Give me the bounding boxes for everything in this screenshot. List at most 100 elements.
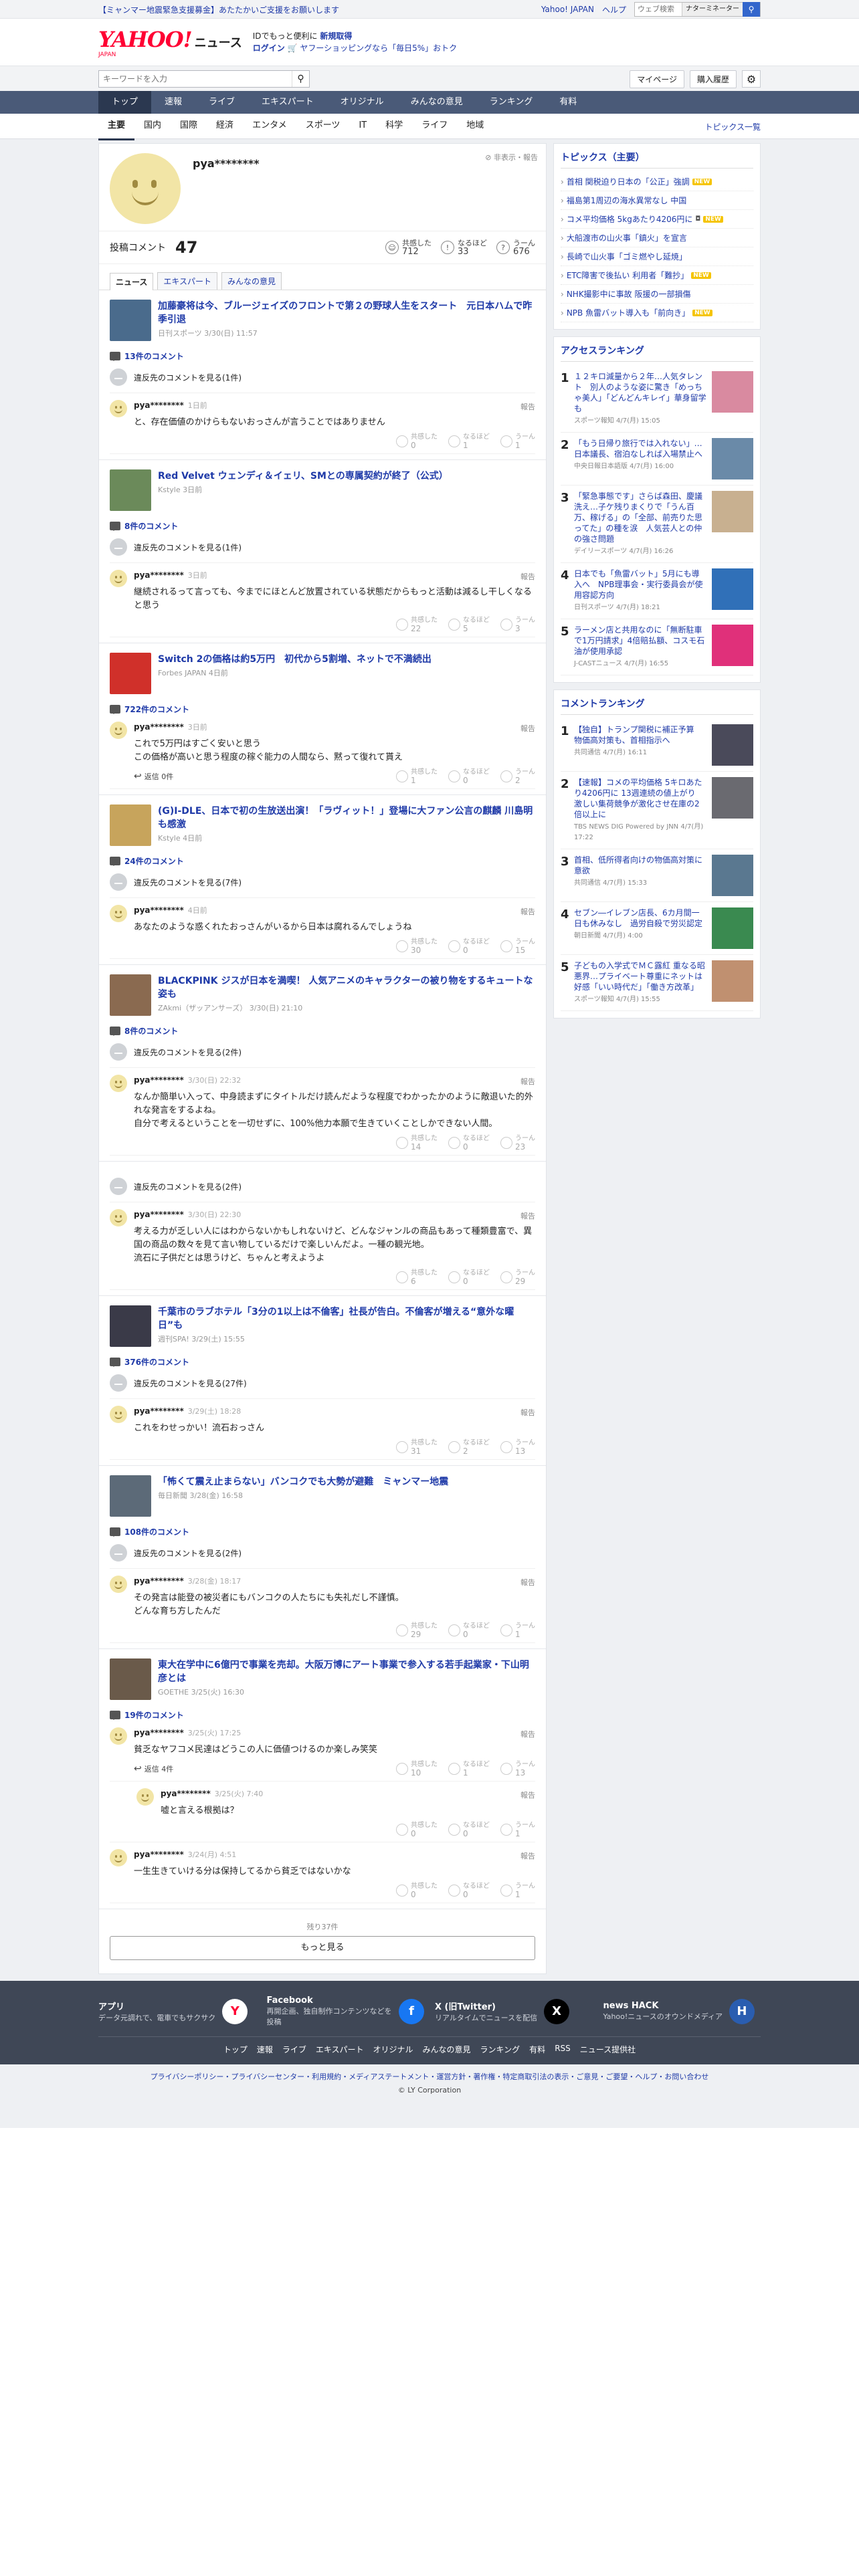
ranking-item[interactable]: 2 「もう日帰り旅行では入れない」…日本議長、宿泊なしれば入場禁止へ 中央日報日本語… bbox=[561, 433, 753, 486]
topic-link[interactable]: コメ平均価格 5kgあたり4206円に◘NEW bbox=[561, 210, 753, 229]
reaction-button[interactable]: なるほど 0 bbox=[448, 1822, 490, 1838]
ranking-item[interactable]: 3 首相、低所得者向けの物価高対策に意欲 共同通信 4/7(月) 15:33 bbox=[561, 849, 753, 902]
report-link[interactable]: 報告 bbox=[520, 1210, 535, 1221]
ranking-item[interactable]: 2 【速報】コメの平均価格 5キロあたり4206円に 13週連続の値上がり 激しい… bbox=[561, 772, 753, 849]
topic-link[interactable]: 長崎で山火事「ゴミ燃やし延焼」 bbox=[561, 247, 753, 266]
reaction-button[interactable]: うーん 13 bbox=[500, 1761, 535, 1777]
article-thumbnail[interactable] bbox=[110, 1658, 151, 1700]
article-title-link[interactable]: Red Velvet ウェンディ＆イェリ、SMとの専属契約が終了（公式） bbox=[158, 471, 448, 481]
footer-nav-link[interactable]: エキスパート bbox=[316, 2044, 364, 2055]
category-item[interactable]: ライフ bbox=[412, 113, 457, 140]
reaction-button[interactable]: 共感した 6 bbox=[396, 1269, 438, 1285]
report-link[interactable]: 報告 bbox=[520, 723, 535, 734]
comment-count-link[interactable]: 19件のコメント bbox=[110, 1709, 535, 1721]
reaction-button[interactable]: なるほど 0 bbox=[448, 1269, 490, 1285]
nav-item[interactable]: オリジナル bbox=[327, 91, 397, 114]
nav-item[interactable]: ライブ bbox=[195, 91, 248, 114]
footer-nav-link[interactable]: ニュース提供社 bbox=[580, 2044, 636, 2055]
footer-nav-link[interactable]: ランキング bbox=[480, 2044, 520, 2055]
topic-link[interactable]: 福島第1周辺の海水異常なし 中国 bbox=[561, 191, 753, 210]
reaction-button[interactable]: 共感した 14 bbox=[396, 1135, 438, 1151]
reaction-button[interactable]: うーん 29 bbox=[500, 1269, 535, 1285]
reaction-button[interactable]: なるほど 1 bbox=[448, 1761, 490, 1777]
article-thumbnail[interactable] bbox=[110, 653, 151, 694]
web-search-input[interactable] bbox=[635, 3, 682, 16]
article-thumbnail[interactable] bbox=[110, 804, 151, 846]
footer-nav-link[interactable]: ライブ bbox=[282, 2044, 306, 2055]
reaction-button[interactable]: なるほど 5 bbox=[448, 617, 490, 633]
article-thumbnail[interactable] bbox=[110, 974, 151, 1016]
topic-link[interactable]: ETC障害で後払い 利用者「難抄」NEW bbox=[561, 266, 753, 285]
search-scope-button[interactable]: ナターミネーター bbox=[682, 3, 743, 16]
category-item[interactable]: 経済 bbox=[207, 113, 243, 140]
reaction-button[interactable]: なるほど 0 bbox=[448, 1135, 490, 1151]
purchase-history-button[interactable]: 購入履歴 bbox=[689, 70, 737, 88]
reaction-button[interactable]: なるほど 0 bbox=[448, 1883, 490, 1899]
topic-link[interactable]: NPB 魚雷バット導入も「前向き」NEW bbox=[561, 304, 753, 322]
topics-list-link[interactable]: トピックス一覧 bbox=[704, 121, 761, 132]
comment-count-link[interactable]: 376件のコメント bbox=[110, 1356, 535, 1368]
yahoo-news-logo[interactable]: YAHOO! JAPAN ニュース bbox=[98, 27, 242, 58]
signup-link[interactable]: 新規取得 bbox=[320, 31, 352, 41]
article-thumbnail[interactable] bbox=[110, 1305, 151, 1347]
comment-user[interactable]: pya******** 3/25(火) 17:25 bbox=[134, 1727, 535, 1738]
report-link[interactable]: 報告 bbox=[520, 401, 535, 412]
reaction-button[interactable]: なるほど 0 bbox=[448, 938, 490, 954]
article-title-link[interactable]: BLACKPINK ジスが日本を満喫！ 人気アニメのキャラクターの被り物をするキ… bbox=[158, 976, 533, 1000]
comment-count-link[interactable]: 8件のコメント bbox=[110, 520, 535, 532]
reaction-button[interactable]: うーん 1 bbox=[500, 1883, 535, 1899]
news-search-input[interactable] bbox=[99, 71, 292, 87]
reaction-button[interactable]: 共感した 0 bbox=[396, 433, 438, 449]
reaction-button[interactable]: うーん 1 bbox=[500, 1822, 535, 1838]
reaction-button[interactable]: うーん 13 bbox=[500, 1439, 535, 1455]
search-icon[interactable]: ⚲ bbox=[743, 2, 760, 17]
ranking-item[interactable]: 4 セブン―イレブン店長、6カ月間一日も休みなし 過労自殺で労災認定 朝日新聞 4/… bbox=[561, 902, 753, 955]
comment-user[interactable]: pya******** 3/29(土) 18:28 bbox=[134, 1406, 535, 1416]
comment-user[interactable]: pya******** 3/24(月) 4:51 bbox=[134, 1849, 535, 1860]
comment-count-link[interactable]: 13件のコメント bbox=[110, 350, 535, 362]
ranking-item[interactable]: 5 ラーメン店と共用なのに「無断駐車で1万円請求」4倍賠払額、コスモ石油が使用承認… bbox=[561, 619, 753, 675]
load-more-button[interactable]: もっと見る bbox=[110, 1936, 535, 1960]
gear-icon[interactable]: ⚙ bbox=[742, 70, 761, 88]
nav-item[interactable]: 有料 bbox=[546, 91, 590, 114]
hidden-comments-row[interactable]: 違反先のコメントを見る(27件) bbox=[110, 1368, 535, 1399]
hidden-comments-row[interactable]: 違反先のコメントを見る(2件) bbox=[110, 1171, 535, 1202]
article-title-link[interactable]: 「怖くて震え止まらない」バンコクでも大勢が避難 ミャンマー地震 bbox=[158, 1477, 448, 1487]
reaction-button[interactable]: うーん 3 bbox=[500, 617, 535, 633]
reaction-button[interactable]: なるほど 0 bbox=[448, 768, 490, 784]
comment-count-link[interactable]: 108件のコメント bbox=[110, 1526, 535, 1537]
reaction-button[interactable]: なるほど 0 bbox=[448, 1622, 490, 1638]
comment-user[interactable]: pya******** 3/28(金) 18:17 bbox=[134, 1576, 535, 1586]
reaction-button[interactable]: うーん 15 bbox=[500, 938, 535, 954]
article-title-link[interactable]: 千葉市のラブホテル「3分の1以上は不倫客」社長が告白。不倫客が増える“意外な曜日… bbox=[158, 1307, 514, 1331]
reaction-button[interactable]: うーん 1 bbox=[500, 1622, 535, 1638]
tab-1[interactable]: エキスパート bbox=[157, 272, 218, 290]
reaction-button[interactable]: 共感した 0 bbox=[396, 1883, 438, 1899]
nav-item[interactable]: 速報 bbox=[151, 91, 195, 114]
category-item[interactable]: IT bbox=[349, 113, 376, 140]
hidden-comments-row[interactable]: 違反先のコメントを見る(2件) bbox=[110, 1537, 535, 1569]
nav-item[interactable]: トップ bbox=[98, 91, 152, 114]
footer-nav-link[interactable]: 有料 bbox=[529, 2044, 545, 2055]
login-link[interactable]: ログイン bbox=[253, 43, 285, 53]
article-title-link[interactable]: (G)I-DLE、日本で初の生放送出演！「ラヴィット！」登場に大ファン公言の麒麟… bbox=[158, 806, 533, 830]
hidden-comments-row[interactable]: 違反先のコメントを見る(2件) bbox=[110, 1037, 535, 1068]
reaction-button[interactable]: 共感した 31 bbox=[396, 1439, 438, 1455]
comment-user[interactable]: pya******** 3/30(日) 22:30 bbox=[134, 1209, 535, 1220]
hidden-comments-row[interactable]: 違反先のコメントを見る(7件) bbox=[110, 867, 535, 898]
category-item[interactable]: スポーツ bbox=[296, 113, 350, 140]
ranking-item[interactable]: 1 １２キロ減量から２年…人気タレント 別人のような姿に驚き「めっちゃ美人」「どん… bbox=[561, 366, 753, 433]
category-item[interactable]: エンタメ bbox=[243, 113, 296, 140]
reaction-button[interactable]: 共感した 30 bbox=[396, 938, 438, 954]
footer-nav-link[interactable]: みんなの意見 bbox=[423, 2044, 471, 2055]
hide-report-link[interactable]: ⊘ 非表示・報告 bbox=[485, 152, 538, 163]
topic-link[interactable]: NHK撮影中に事故 阪援の一部損傷 bbox=[561, 285, 753, 304]
topic-link[interactable]: 首相 関税迫り日本の「公正」強調NEW bbox=[561, 173, 753, 191]
report-link[interactable]: 報告 bbox=[520, 906, 535, 917]
ranking-item[interactable]: 5 子どもの入学式でＭＣ露紅 重なる昭悪界…プライベート尊重にネットは好感「いい時… bbox=[561, 955, 753, 1011]
topic-link[interactable]: 大船渡市の山火事「鎮火」を宣言 bbox=[561, 229, 753, 247]
report-link[interactable]: 報告 bbox=[520, 1850, 535, 1861]
report-link[interactable]: 報告 bbox=[520, 571, 535, 582]
comment-user[interactable]: pya******** 3/30(日) 22:32 bbox=[134, 1075, 535, 1085]
nav-item[interactable]: ランキング bbox=[476, 91, 547, 114]
